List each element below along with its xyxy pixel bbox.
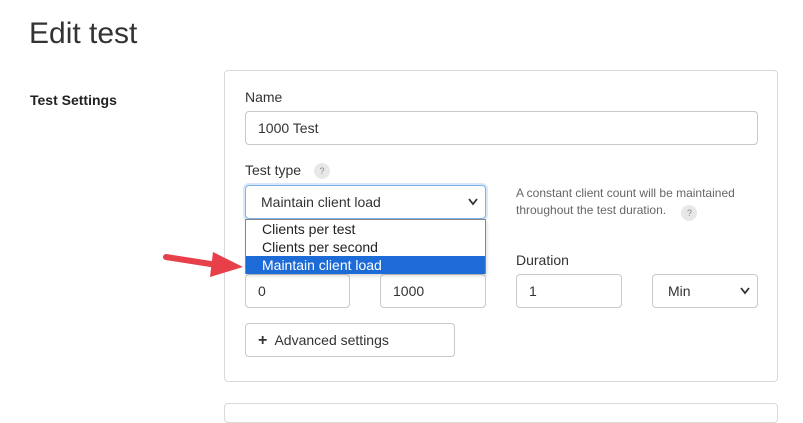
test-type-select[interactable]: Maintain client load bbox=[245, 185, 486, 219]
name-label: Name bbox=[245, 89, 283, 105]
plus-icon: + bbox=[258, 332, 268, 349]
test-type-dropdown-list: Clients per test Clients per second Main… bbox=[245, 219, 486, 274]
option-clients-per-second[interactable]: Clients per second bbox=[246, 238, 485, 256]
field1-input[interactable]: 0 bbox=[245, 274, 350, 308]
option-clients-per-test[interactable]: Clients per test bbox=[246, 220, 485, 238]
duration-label: Duration bbox=[516, 252, 569, 268]
section-label: Test Settings bbox=[30, 92, 117, 108]
test-type-label: Test type bbox=[245, 162, 302, 178]
field2-input[interactable]: 1000 bbox=[380, 274, 486, 308]
duration-unit-select[interactable]: Min bbox=[652, 274, 758, 308]
test-type-hint-text: A constant client count will be maintain… bbox=[516, 186, 735, 217]
option-maintain-client-load[interactable]: Maintain client load bbox=[246, 256, 485, 274]
advanced-settings-button[interactable]: + Advanced settings bbox=[245, 323, 455, 357]
test-type-selected-value: Maintain client load bbox=[261, 194, 381, 210]
page-title: Edit test bbox=[29, 17, 138, 50]
hint-help-icon[interactable]: ? bbox=[681, 205, 698, 221]
name-input[interactable]: 1000 Test bbox=[245, 111, 758, 145]
duration-input[interactable]: 1 bbox=[516, 274, 622, 308]
chevron-down-icon bbox=[739, 275, 751, 319]
test-type-hint: A constant client count will be maintain… bbox=[516, 185, 756, 221]
red-arrow-icon bbox=[163, 252, 243, 277]
test-type-help-icon[interactable]: ? bbox=[314, 163, 330, 179]
duration-unit-value: Min bbox=[668, 283, 691, 299]
next-card bbox=[224, 403, 778, 423]
advanced-settings-label: Advanced settings bbox=[274, 332, 389, 348]
